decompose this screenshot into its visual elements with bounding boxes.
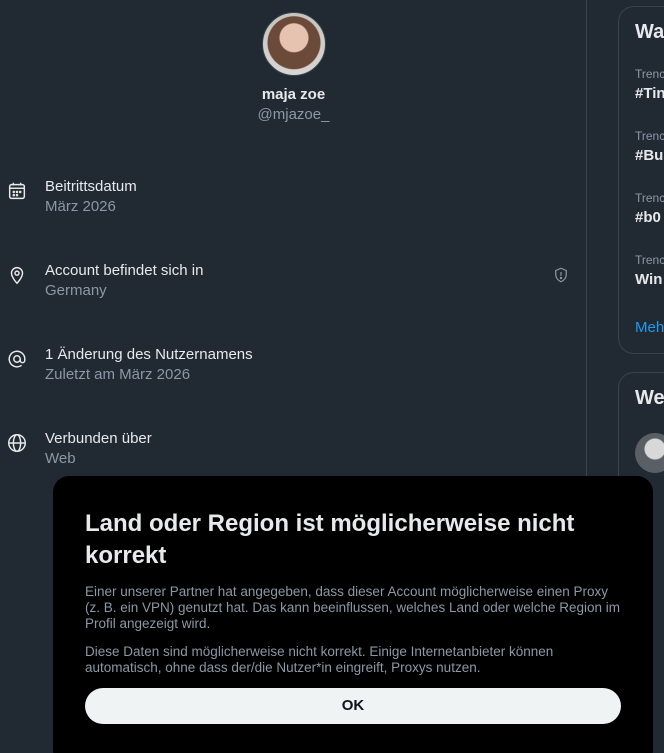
at-sign-icon [6,348,28,370]
join-date-label: Beitrittsdatum [45,178,137,195]
profile-name: maja zoe [261,86,326,103]
account-location-value: Germany [45,282,107,299]
profile-header: maja zoe @mjazoe_ [0,12,587,123]
location-pin-icon [6,264,28,286]
dialog-text-proxy: Einer unserer Partner hat angegeben, das… [85,584,621,631]
connected-via-value: Web [45,450,76,467]
account-location-label: Account befindet sich in [45,262,204,279]
who-to-follow-title: We [635,387,664,409]
avatar[interactable] [261,12,326,76]
dialog-title: Land oder Region ist möglicherweise nich… [85,510,575,569]
avatar[interactable] [635,433,664,473]
username-changes-value: Zuletzt am März 2026 [45,366,191,383]
globe-icon [6,432,28,454]
ok-button[interactable]: OK [85,688,621,724]
shield-warning-icon[interactable] [552,266,570,284]
trend-item[interactable]: Trenc Win [635,253,664,288]
trend-tag: #Tin [635,85,664,102]
trend-item[interactable]: Trenc #b0 [635,191,664,226]
trends-title: Wa [635,21,664,43]
trend-item[interactable]: Trenc #Bu [635,129,664,164]
trend-tag: #b0 [635,209,661,226]
trend-category: Trenc [635,67,664,81]
trend-tag: #Bu [635,147,664,164]
calendar-icon [6,180,28,202]
username-changes-label: 1 Änderung des Nutzernamens [45,346,253,363]
info-row-join-date: Beitrittsdatum März 2026 [0,178,587,226]
trends-card: Wa Trenc #Tin Trenc #Bu Trenc #b0 Trenc … [618,6,664,354]
region-warning-dialog: Land oder Region ist möglicherweise nich… [53,476,653,753]
trend-category: Trenc [635,253,664,267]
show-more-link[interactable]: Meh [635,319,664,336]
info-row-username-changes: 1 Änderung des Nutzernamens Zuletzt am M… [0,346,587,394]
trend-category: Trenc [635,191,664,205]
join-date-value: März 2026 [45,198,116,215]
info-row-account-location: Account befindet sich in Germany [0,262,587,310]
connected-via-label: Verbunden über [45,430,152,447]
trend-tag: Win [635,271,663,288]
profile-handle: @mjazoe_ [257,106,330,123]
info-row-connected-via: Verbunden über Web [0,430,587,478]
trend-category: Trenc [635,129,664,143]
trend-item[interactable]: Trenc #Tin [635,67,664,102]
dialog-text-accuracy: Diese Daten sind möglicherweise nicht ko… [85,644,554,675]
